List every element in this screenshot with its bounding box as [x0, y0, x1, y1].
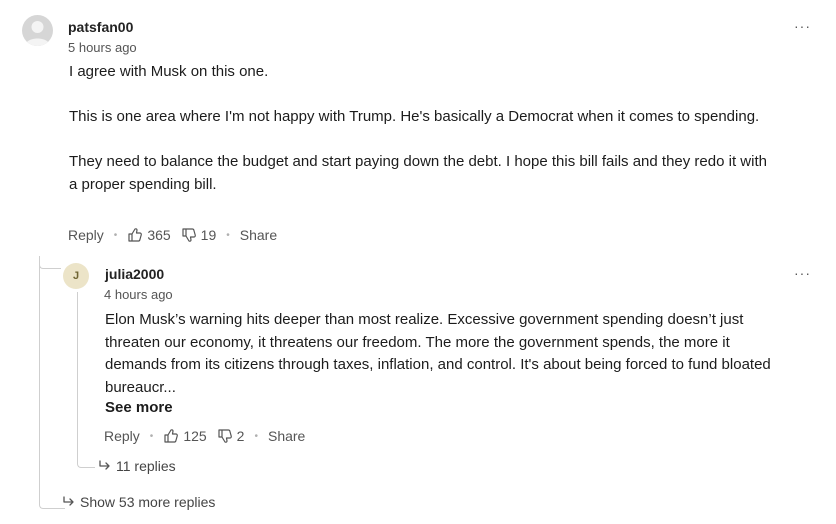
show-more-replies-button[interactable]: Show 53 more replies	[63, 494, 215, 510]
like-icon	[164, 429, 179, 443]
comment-actions: Reply • 365 19 • Share	[68, 227, 277, 243]
dislike-button[interactable]: 19	[181, 227, 217, 243]
avatar[interactable]	[22, 15, 53, 46]
separator-dot: •	[149, 430, 154, 442]
comment-actions: Reply • 125 2 • Share	[104, 428, 305, 444]
comment-body: I agree with Musk on this one. This is o…	[69, 61, 769, 196]
dislike-icon	[182, 228, 196, 242]
thread-line	[77, 292, 95, 468]
like-icon	[128, 228, 143, 242]
reply-arrow-icon	[63, 496, 74, 506]
share-button[interactable]: Share	[240, 227, 277, 243]
reply-button[interactable]: Reply	[104, 428, 140, 444]
comment-timestamp: 4 hours ago	[104, 287, 173, 302]
comment-paragraph: Elon Musk’s warning hits deeper than mos…	[105, 311, 771, 396]
like-count: 125	[183, 428, 207, 444]
dislike-icon	[218, 429, 232, 443]
more-icon: ···	[794, 18, 811, 34]
show-more-replies-label: Show 53 more replies	[80, 494, 216, 510]
comment-body: Elon Musk’s warning hits deeper than mos…	[105, 309, 789, 399]
more-options-button[interactable]: ···	[794, 265, 811, 281]
separator-dot: •	[113, 229, 118, 241]
dislike-count: 2	[236, 428, 245, 444]
more-options-button[interactable]: ···	[794, 18, 811, 34]
share-button[interactable]: Share	[268, 428, 305, 444]
avatar-initial: J	[72, 270, 80, 282]
user-avatar-icon	[25, 21, 50, 46]
dislike-count: 19	[200, 227, 217, 243]
reply-button[interactable]: Reply	[68, 227, 104, 243]
like-button[interactable]: 125	[163, 428, 207, 444]
comment-paragraph: I agree with Musk on this one.	[69, 63, 269, 80]
view-replies-button[interactable]: 11 replies	[99, 458, 176, 474]
comment-paragraph: They need to balance the budget and star…	[69, 153, 767, 193]
like-count: 365	[147, 227, 171, 243]
more-icon: ···	[794, 265, 811, 281]
comment-paragraph: This is one area where I'm not happy wit…	[69, 108, 760, 125]
thread-line	[39, 256, 65, 509]
reply-arrow-icon	[99, 460, 110, 470]
dislike-button[interactable]: 2	[217, 428, 245, 444]
separator-dot: •	[254, 430, 258, 442]
see-more-button[interactable]: See more	[105, 399, 173, 416]
separator-dot: •	[226, 229, 230, 241]
comment-timestamp: 5 hours ago	[68, 40, 137, 55]
comment-author[interactable]: patsfan00	[68, 19, 133, 35]
like-button[interactable]: 365	[127, 227, 171, 243]
thread-connector	[39, 256, 61, 269]
avatar[interactable]: J	[63, 263, 89, 289]
comment-author[interactable]: julia2000	[105, 266, 164, 282]
replies-count-label: 11 replies	[116, 458, 176, 474]
